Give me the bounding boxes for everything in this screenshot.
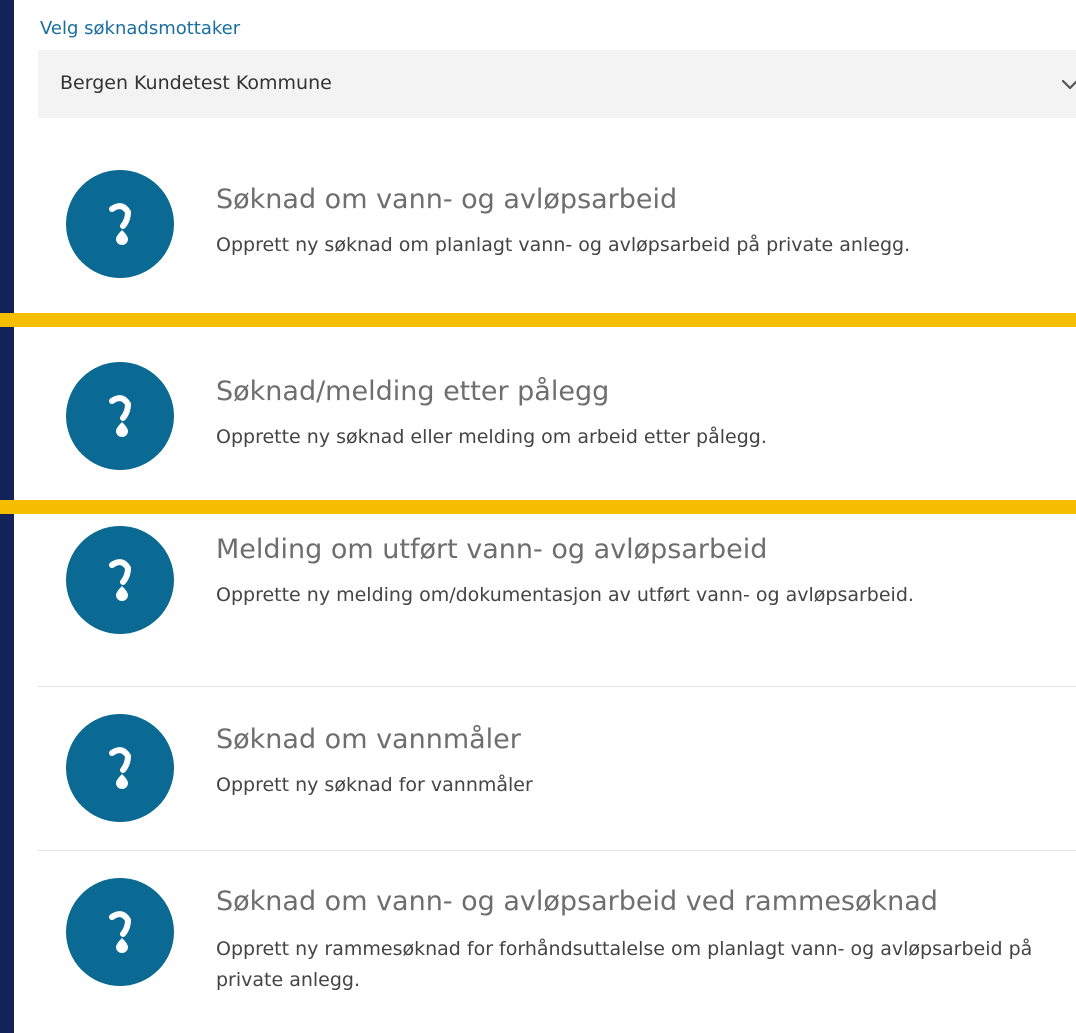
water-drop-icon (66, 170, 174, 278)
item-title: Søknad om vann- og avløpsarbeid ved ramm… (216, 886, 938, 917)
water-drop-icon (66, 526, 174, 634)
receiver-select-value: Bergen Kundetest Kommune (60, 72, 332, 94)
highlight-bar-top (0, 313, 1076, 327)
item-description: Opprett ny rammesøknad for forhåndsuttal… (216, 938, 1033, 991)
chevron-down-icon[interactable] (1058, 72, 1076, 96)
highlight-bar-bottom (0, 500, 1076, 514)
divider (38, 686, 1076, 687)
item-description: Opprette ny melding om/dokumentasjon av … (216, 584, 914, 606)
divider (38, 850, 1076, 851)
water-drop-icon (66, 714, 174, 822)
water-drop-icon (66, 362, 174, 470)
receiver-label: Velg søknadsmottaker (40, 18, 241, 39)
item-title: Søknad/melding etter pålegg (216, 376, 610, 407)
item-description: Opprett ny søknad for vannmåler (216, 774, 533, 796)
water-drop-icon (66, 878, 174, 986)
item-description: Opprette ny søknad eller melding om arbe… (216, 426, 767, 448)
item-title: Melding om utført vann- og avløpsarbeid (216, 534, 768, 565)
receiver-select[interactable]: Bergen Kundetest Kommune (38, 50, 1076, 118)
item-description: Opprett ny søknad om planlagt vann- og a… (216, 234, 911, 256)
item-title: Søknad om vann- og avløpsarbeid (216, 184, 678, 215)
item-title: Søknad om vannmåler (216, 724, 521, 755)
main-panel: Velg søknadsmottaker Bergen Kundetest Ko… (14, 0, 1076, 1033)
